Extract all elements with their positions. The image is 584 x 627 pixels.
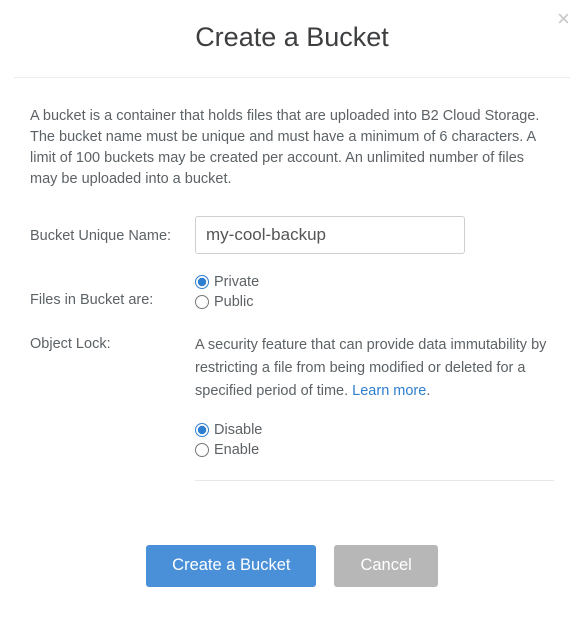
object-lock-enable-radio[interactable]: [195, 443, 209, 457]
visibility-public-label: Public: [214, 294, 254, 310]
bucket-name-label: Bucket Unique Name:: [30, 226, 195, 244]
object-lock-label: Object Lock:: [30, 334, 195, 352]
visibility-private-radio[interactable]: [195, 275, 209, 289]
visibility-row: Files in Bucket are: Private Public: [30, 274, 554, 314]
bucket-name-input[interactable]: [195, 216, 465, 254]
modal-body: A bucket is a container that holds files…: [0, 78, 584, 613]
object-lock-disable-radio[interactable]: [195, 423, 209, 437]
cancel-button[interactable]: Cancel: [334, 545, 437, 587]
object-lock-enable-label: Enable: [214, 442, 259, 458]
object-lock-divider: [195, 480, 554, 481]
create-bucket-modal: × Create a Bucket A bucket is a containe…: [0, 0, 584, 613]
modal-description: A bucket is a container that holds files…: [30, 106, 554, 190]
object-lock-enable-option[interactable]: Enable: [195, 442, 554, 458]
close-icon[interactable]: ×: [557, 8, 570, 30]
visibility-field: Private Public: [195, 274, 554, 314]
visibility-private-option[interactable]: Private: [195, 274, 554, 290]
object-lock-disable-option[interactable]: Disable: [195, 422, 554, 438]
visibility-public-radio[interactable]: [195, 295, 209, 309]
bucket-name-row: Bucket Unique Name:: [30, 216, 554, 254]
create-bucket-button[interactable]: Create a Bucket: [146, 545, 316, 587]
modal-title: Create a Bucket: [14, 0, 570, 78]
visibility-private-label: Private: [214, 274, 259, 290]
button-row: Create a Bucket Cancel: [30, 501, 554, 613]
object-lock-field: A security feature that can provide data…: [195, 334, 554, 481]
visibility-public-option[interactable]: Public: [195, 294, 554, 310]
visibility-label: Files in Bucket are:: [30, 274, 195, 308]
object-lock-help-period: .: [426, 383, 430, 399]
object-lock-help: A security feature that can provide data…: [195, 334, 554, 404]
object-lock-learn-more-link[interactable]: Learn more: [352, 383, 426, 399]
bucket-name-field: [195, 216, 554, 254]
object-lock-disable-label: Disable: [214, 422, 262, 438]
object-lock-row: Object Lock: A security feature that can…: [30, 334, 554, 481]
